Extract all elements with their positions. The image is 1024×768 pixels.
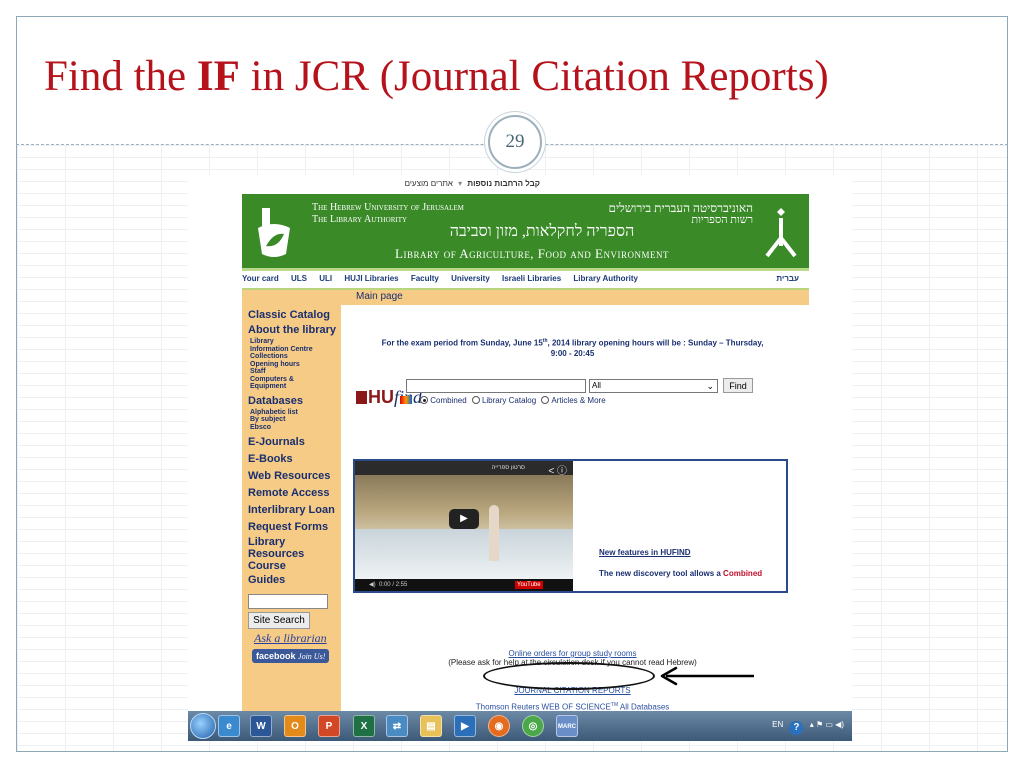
banner-library-name: Library of Agriculture, Food and Environ… — [395, 246, 669, 261]
sidebar-subitem-equipment[interactable]: Equipment — [248, 383, 341, 391]
sidebar-item-ebooks[interactable]: E-Books — [248, 451, 341, 468]
nav-faculty[interactable]: Faculty — [411, 274, 439, 283]
excel-icon[interactable]: X — [353, 715, 375, 737]
hufind-search-input[interactable] — [406, 379, 586, 393]
hufind-radio-group: Combined Library Catalog Articles & More — [400, 396, 606, 405]
sidebar-subitem-opening-hours[interactable]: Opening hours — [248, 361, 341, 369]
youtube-icon[interactable]: YouTube — [515, 581, 543, 589]
favorites-bar: קבל הרחבות נוספות ▾ אתרים מוצעים — [404, 179, 540, 188]
video-controls[interactable]: ◀) 0:00 / 2:55 YouTube — [355, 579, 573, 591]
network-tray-icon[interactable]: ▭ — [825, 720, 833, 729]
flag-icon[interactable]: ⚑ — [816, 720, 823, 729]
start-button[interactable] — [190, 713, 216, 739]
sidebar-subitem-information-centre[interactable]: Information Centre — [248, 346, 341, 354]
new-badge-icon — [400, 396, 412, 404]
radio-articles[interactable] — [541, 396, 550, 404]
sidebar-item-request-forms[interactable]: Request Forms — [248, 519, 341, 536]
sidebar-subitem-library[interactable]: Library — [248, 338, 341, 346]
site-search-input[interactable] — [248, 594, 328, 609]
nav-hebrew[interactable]: עברית — [776, 274, 799, 283]
video-time: 0:00 / 2:55 — [378, 582, 408, 588]
sidebar-item-web-resources[interactable]: Web Resources — [248, 468, 341, 485]
sidebar-item-classic-catalog[interactable]: Classic Catalog — [248, 308, 341, 323]
top-navigation: Your card ULS ULI HUJI Libraries Faculty… — [242, 274, 809, 288]
sidebar-subitem-staff[interactable]: Staff — [248, 368, 341, 376]
speaker-icon[interactable]: ◀) — [835, 720, 844, 729]
sidebar-subitem-collections[interactable]: Collections — [248, 353, 341, 361]
play-icon[interactable]: ▶ — [449, 509, 479, 529]
video-title: סרטון ספרייה — [491, 465, 525, 471]
sidebar-item-remote-access[interactable]: Remote Access — [248, 485, 341, 502]
sidebar-item-library-resources-line1[interactable]: Library — [248, 536, 341, 548]
sidebar-item-library-resources-line2[interactable]: Resources — [248, 548, 341, 560]
language-indicator[interactable]: EN — [772, 720, 783, 729]
banner-library-hebrew: הספריה לחקלאות, מזון וסביבה — [449, 223, 635, 240]
help-icon[interactable]: ? — [789, 721, 804, 735]
opening-hours-notice: For the exam period from Sunday, June 15… — [381, 338, 764, 358]
sidebar-item-databases[interactable]: Databases — [248, 394, 341, 409]
page-number-badge: 29 — [488, 115, 542, 169]
nav-university[interactable]: University — [451, 274, 490, 283]
banner-university-name: The Hebrew University of Jerusalem — [312, 202, 464, 213]
file-explorer-icon[interactable]: ▤ — [420, 715, 442, 737]
library-site: The Hebrew University of Jerusalem The L… — [242, 194, 809, 741]
tray-arrow-icon[interactable]: ▴ — [810, 720, 814, 729]
radio-combined[interactable] — [420, 396, 429, 404]
feature-description: The new discovery tool allows a Combined — [599, 569, 763, 578]
chevron-down-icon: ⌄ — [706, 381, 714, 391]
main-page-header: Main page — [341, 290, 809, 305]
nav-uli[interactable]: ULI — [319, 274, 332, 283]
video-feature-box: סרטון ספרייה < ⓘ ▶ ◀) 0:00 / 2:55 YouTub… — [353, 459, 788, 593]
media-player-icon[interactable]: ▶ — [454, 715, 476, 737]
system-tray: EN ? ▴ ⚑ ▭ ◀) — [772, 720, 844, 735]
video-player[interactable]: סרטון ספרייה < ⓘ ▶ ◀) 0:00 / 2:55 YouTub… — [355, 461, 573, 591]
sidebar-subitem-computers[interactable]: Computers & — [248, 376, 341, 384]
nav-uls[interactable]: ULS — [291, 274, 307, 283]
jcr-highlight-ellipse — [483, 662, 655, 690]
sidebar-item-interlibrary-loan[interactable]: Interlibrary Loan — [248, 502, 341, 519]
chrome-icon[interactable]: ◎ — [522, 715, 544, 737]
sidebar-subitem-by-subject[interactable]: By subject — [248, 416, 341, 424]
internet-explorer-icon[interactable]: e — [218, 715, 240, 737]
study-rooms-link[interactable]: Online orders for group study rooms — [345, 649, 800, 658]
ask-librarian-link[interactable]: Ask a librarian — [254, 631, 341, 646]
slide-title: Find the IF in JCR (Journal Citation Rep… — [44, 53, 829, 100]
banner-authority-hebrew: רשות הספריות — [691, 214, 753, 226]
favorites-item-suggested[interactable]: אתרים מוצעים — [405, 179, 453, 188]
outlook-icon[interactable]: O — [284, 715, 306, 737]
new-features-link[interactable]: New features in HUFIND — [599, 548, 691, 557]
favorites-item-extensions[interactable]: קבל הרחבות נוספות — [467, 179, 540, 188]
banner-authority-name: The Library Authority — [312, 214, 408, 225]
hufind-scope-select[interactable]: All ⌄ — [589, 379, 718, 393]
hufind-find-button[interactable]: Find — [723, 378, 753, 393]
radio-library-catalog[interactable] — [471, 396, 480, 404]
site-search-button[interactable]: Site Search — [248, 612, 310, 629]
sidebar: Classic Catalog About the library Librar… — [242, 290, 341, 741]
site-banner: The Hebrew University of Jerusalem The L… — [242, 194, 809, 271]
windows-taskbar: e W O P X ⇄ ▤ ▶ ◉ ◎ MARC EN ? ▴ ⚑ ▭ ◀) — [188, 711, 852, 741]
sidebar-item-guides[interactable]: Guides — [248, 572, 341, 588]
volume-icon[interactable]: ◀) — [369, 582, 376, 588]
sidebar-item-about[interactable]: About the library — [248, 323, 341, 338]
pointer-arrow-icon — [660, 666, 754, 686]
sidebar-item-ejournals[interactable]: E-Journals — [248, 434, 341, 451]
nav-your-card[interactable]: Your card — [242, 274, 279, 283]
slide-title-bold: IF — [196, 53, 240, 100]
sidebar-subitem-alphabetic-list[interactable]: Alphabetic list — [248, 409, 341, 417]
library-logo-icon[interactable] — [252, 202, 296, 262]
authority-logo-icon — [765, 208, 797, 258]
powerpoint-icon[interactable]: P — [318, 715, 340, 737]
browser-screenshot: קבל הרחבות נוספות ▾ אתרים מוצעים The Heb… — [188, 175, 852, 741]
word-icon[interactable]: W — [250, 715, 272, 737]
nav-huji-libraries[interactable]: HUJI Libraries — [344, 274, 398, 283]
nav-library-authority[interactable]: Library Authority — [573, 274, 638, 283]
facebook-join-button[interactable]: facebook Join Us! — [252, 649, 330, 663]
sidebar-item-library-resources-line3[interactable]: Course — [248, 560, 341, 572]
network-icon[interactable]: ⇄ — [386, 715, 408, 737]
sidebar-subitem-ebsco[interactable]: Ebsco — [248, 424, 341, 432]
marc-icon[interactable]: MARC — [556, 715, 578, 737]
nav-israeli-libraries[interactable]: Israeli Libraries — [502, 274, 561, 283]
firefox-icon[interactable]: ◉ — [488, 715, 510, 737]
